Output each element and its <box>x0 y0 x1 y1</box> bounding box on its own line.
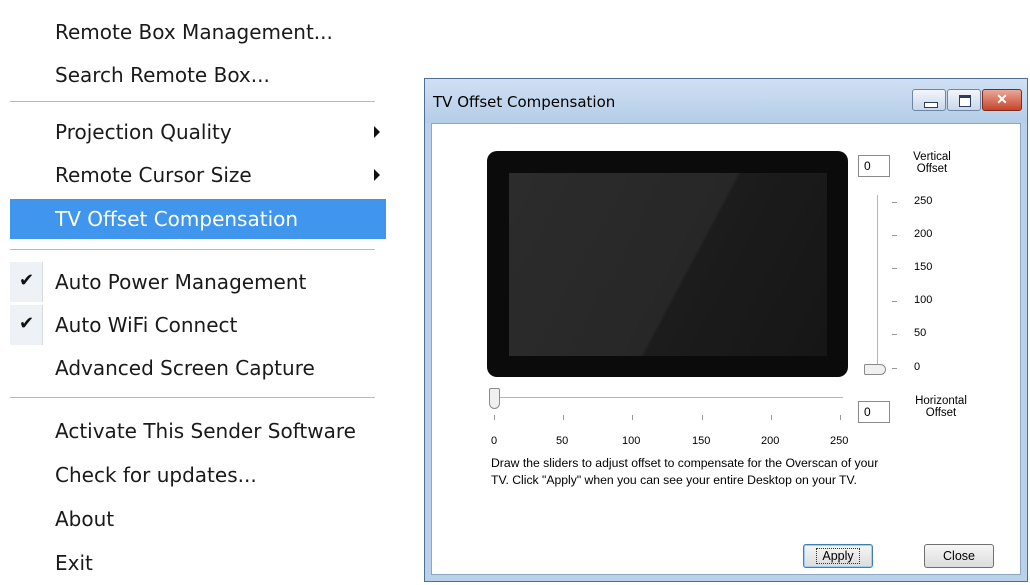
vertical-tick-label: 200 <box>914 228 933 240</box>
horizontal-tick <box>702 415 703 420</box>
submenu-arrow-icon <box>374 169 380 181</box>
horizontal-tick-label: 0 <box>491 435 498 447</box>
menu-item-label: Projection Quality <box>55 120 232 144</box>
menu-item-check-for-updates[interactable]: Check for updates... <box>10 455 386 495</box>
horizontal-tick-label: 250 <box>830 435 849 447</box>
menu-item-remote-cursor-size[interactable]: Remote Cursor Size <box>10 155 386 195</box>
horizontal-tick-label: 150 <box>692 435 711 447</box>
vertical-tick <box>892 202 897 203</box>
menu-item-remote-box-management[interactable]: Remote Box Management... <box>10 12 386 52</box>
menu-item-auto-power-management[interactable]: ✔ Auto Power Management <box>10 262 386 302</box>
tv-screen-display <box>509 173 827 356</box>
vertical-offset-caption-line2: Offset <box>916 163 948 175</box>
menu-item-exit[interactable]: Exit <box>10 543 386 583</box>
menu-item-label: Activate This Sender Software <box>55 419 356 443</box>
dialog-client-area: 0 Vertical Offset 250 200 150 100 50 0 0… <box>431 123 1021 575</box>
menu-separator <box>10 397 375 398</box>
menu-item-auto-wifi-connect[interactable]: ✔ Auto WiFi Connect <box>10 305 386 345</box>
menu-item-label: Search Remote Box... <box>55 63 270 87</box>
minimize-icon <box>924 102 938 108</box>
tv-screen-preview <box>487 151 848 377</box>
checkmark-icon: ✔ <box>19 270 35 291</box>
horizontal-offset-caption-line1: Horizontal <box>915 395 967 407</box>
menu-separator <box>10 101 375 102</box>
checkmark-icon: ✔ <box>19 313 35 334</box>
menu-item-label: Exit <box>55 551 93 575</box>
menu-item-activate-sender-software[interactable]: Activate This Sender Software <box>10 411 386 451</box>
close-icon: ✕ <box>996 91 1008 107</box>
vertical-tick <box>892 301 897 302</box>
vertical-tick-label: 50 <box>914 327 927 339</box>
apply-button[interactable]: Apply <box>803 544 873 568</box>
menu-item-label: Auto Power Management <box>55 270 307 294</box>
horizontal-tick <box>632 415 633 420</box>
menu-item-about[interactable]: About <box>10 499 386 539</box>
menu-item-label: Remote Box Management... <box>55 20 333 44</box>
menu-item-label: Auto WiFi Connect <box>55 313 238 337</box>
horizontal-tick <box>840 415 841 420</box>
maximize-icon <box>959 95 971 107</box>
horizontal-tick-label: 100 <box>622 435 641 447</box>
checkmark-box: ✔ <box>10 262 43 302</box>
menu-item-search-remote-box[interactable]: Search Remote Box... <box>10 55 386 95</box>
vertical-tick-label: 0 <box>914 361 921 373</box>
horizontal-offset-caption: Horizontal Offset <box>906 395 976 419</box>
horizontal-tick-label: 200 <box>761 435 780 447</box>
vertical-offset-caption: Vertical Offset <box>902 151 962 175</box>
minimize-button[interactable] <box>912 89 946 111</box>
vertical-tick <box>892 368 897 369</box>
horizontal-slider-thumb[interactable] <box>489 388 500 409</box>
checkmark-box: ✔ <box>10 305 43 345</box>
horizontal-offset-input[interactable]: 0 <box>858 401 890 423</box>
vertical-tick-label: 150 <box>914 261 933 273</box>
apply-button-label: Apply <box>816 548 860 564</box>
maximize-button[interactable] <box>947 89 981 111</box>
horizontal-tick <box>494 415 495 420</box>
vertical-tick-label: 100 <box>914 294 933 306</box>
menu-separator <box>10 249 375 250</box>
close-button[interactable]: Close <box>924 544 994 568</box>
horizontal-tick-label: 50 <box>556 435 569 447</box>
context-menu: Remote Box Management... Search Remote B… <box>0 0 386 585</box>
menu-item-projection-quality[interactable]: Projection Quality <box>10 112 386 152</box>
vertical-offset-input[interactable]: 0 <box>858 155 890 177</box>
instructions-text: Draw the sliders to adjust offset to com… <box>491 455 991 489</box>
dialog-title: TV Offset Compensation <box>433 93 616 111</box>
vertical-tick-label: 250 <box>914 195 933 207</box>
tv-offset-dialog: TV Offset Compensation ✕ 0 Vertical Offs… <box>424 78 1028 582</box>
vertical-tick <box>892 334 897 335</box>
dialog-titlebar[interactable]: TV Offset Compensation ✕ <box>425 79 1027 123</box>
vertical-tick <box>892 268 897 269</box>
menu-item-label: Check for updates... <box>55 463 257 487</box>
menu-item-tv-offset-compensation[interactable]: TV Offset Compensation <box>10 199 386 239</box>
vertical-offset-caption-line1: Vertical <box>913 151 951 163</box>
instructions-line-2: TV. Click "Apply" when you can see your … <box>491 473 857 487</box>
window-close-button[interactable]: ✕ <box>982 89 1022 111</box>
menu-item-label: TV Offset Compensation <box>55 207 299 231</box>
menu-item-label: Remote Cursor Size <box>55 163 252 187</box>
horizontal-slider-track[interactable] <box>491 397 843 398</box>
submenu-arrow-icon <box>374 126 380 138</box>
vertical-tick <box>892 235 897 236</box>
menu-item-advanced-screen-capture[interactable]: Advanced Screen Capture <box>10 348 386 388</box>
instructions-line-1: Draw the sliders to adjust offset to com… <box>491 456 879 470</box>
vertical-slider-thumb[interactable] <box>864 364 886 375</box>
horizontal-offset-caption-line2: Offset <box>925 407 957 419</box>
menu-item-label: Advanced Screen Capture <box>55 356 315 380</box>
vertical-slider-track[interactable] <box>877 195 878 371</box>
horizontal-tick <box>563 415 564 420</box>
horizontal-tick <box>771 415 772 420</box>
menu-item-label: About <box>55 507 115 531</box>
